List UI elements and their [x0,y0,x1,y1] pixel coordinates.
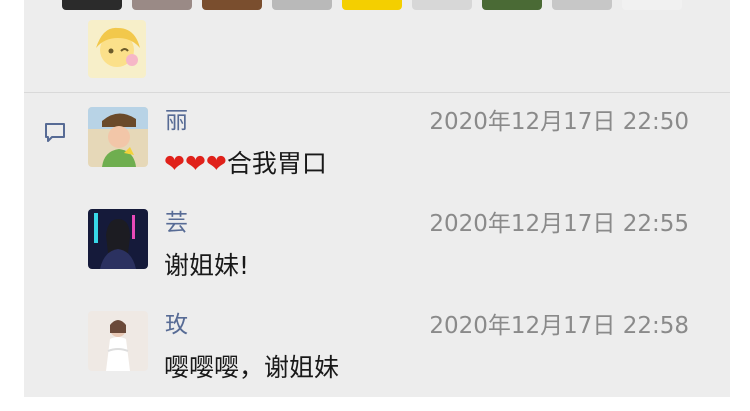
comment-text[interactable]: ❤❤❤合我胃口 [164,149,327,179]
like-avatar[interactable] [342,0,402,10]
commenter-name[interactable]: 芸 [165,210,188,236]
like-avatar[interactable] [622,0,682,10]
divider [24,92,730,93]
like-avatar[interactable] [88,20,146,78]
commenter-name[interactable]: 玫 [165,312,188,338]
comment-time: 2020年12月17日 22:50 [429,109,689,135]
heart-emoji: ❤❤❤ [164,149,227,178]
avatar[interactable] [88,107,148,167]
comment-text[interactable]: 嘤嘤嘤，谢姐妹 [164,353,339,383]
like-avatar[interactable] [412,0,472,10]
like-avatar[interactable] [132,0,192,10]
like-avatar[interactable] [272,0,332,10]
comment-icon [44,122,66,144]
comment-text-body: 谢姐妹! [164,251,250,280]
comment-text[interactable]: 谢姐妹! [164,251,249,281]
comment-time: 2020年12月17日 22:58 [429,313,689,339]
like-avatars-row [62,0,702,10]
comment-text-body: 合我胃口 [226,149,327,178]
like-avatar[interactable] [482,0,542,10]
avatar[interactable] [88,209,148,269]
comment-time: 2020年12月17日 22:55 [429,211,689,237]
comment-item[interactable]: 玫 2020年12月17日 22:58 嘤嘤嘤，谢姐妹 [88,311,708,391]
comment-item[interactable]: 丽 2020年12月17日 22:50 ❤❤❤合我胃口 [88,107,708,187]
comment-text-body: 嘤嘤嘤，谢姐妹 [164,353,340,382]
commenter-name[interactable]: 丽 [165,108,188,134]
comment-item[interactable]: 芸 2020年12月17日 22:55 谢姐妹! [88,209,708,289]
like-avatar[interactable] [552,0,612,10]
like-avatar[interactable] [202,0,262,10]
avatar[interactable] [88,311,148,371]
like-avatar[interactable] [62,0,122,10]
